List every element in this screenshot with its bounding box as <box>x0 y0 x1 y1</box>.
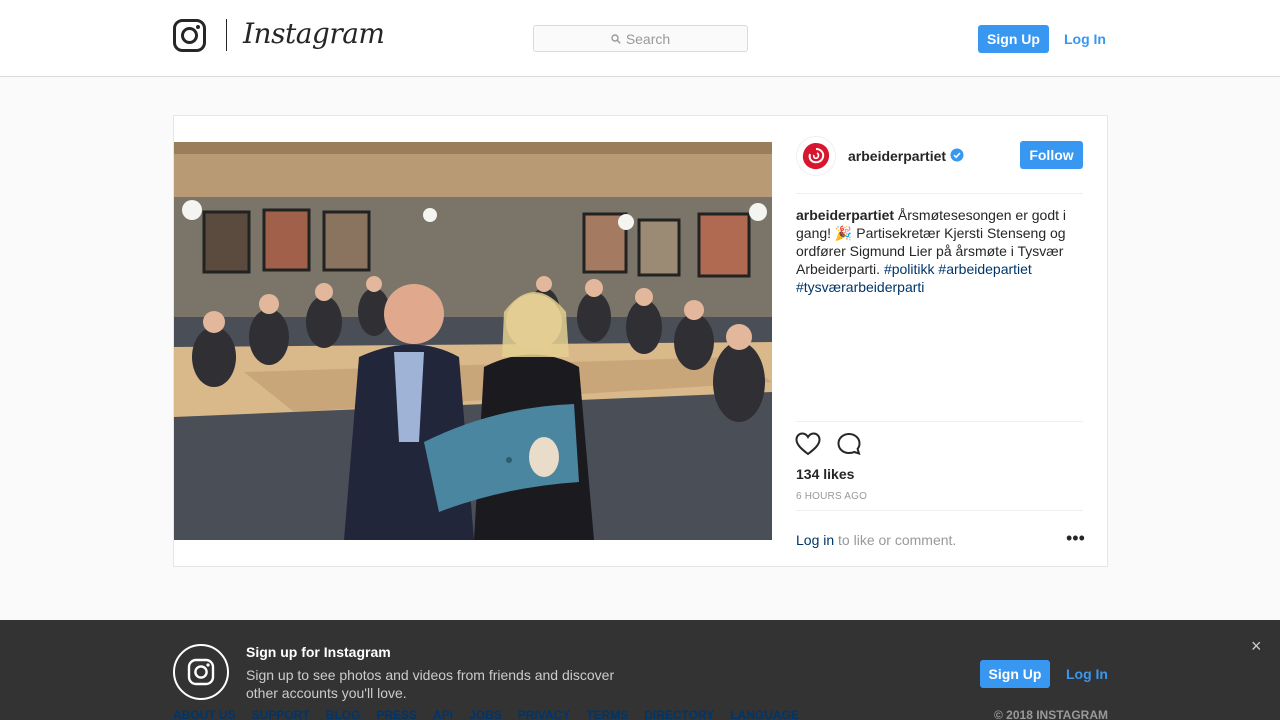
login-prompt-text: to like or comment. <box>834 532 957 548</box>
footer-nav: ABOUT US SUPPORT BLOG PRESS API JOBS PRI… <box>173 708 799 720</box>
follow-button[interactable]: Follow <box>1020 141 1083 169</box>
divider <box>796 510 1083 511</box>
rose-logo-icon <box>797 137 835 175</box>
like-count[interactable]: 134 likes <box>796 466 854 482</box>
post-card: arbeiderpartiet Follow arbeiderpartiet Å… <box>173 115 1108 567</box>
footer-link-privacy[interactable]: PRIVACY <box>518 708 570 720</box>
banner-description: Sign up to see photos and videos from fr… <box>246 667 615 701</box>
search-input[interactable]: Search <box>533 25 748 52</box>
instagram-wordmark[interactable]: Instagram <box>243 17 385 50</box>
footer-link-jobs[interactable]: JOBS <box>469 708 502 720</box>
divider <box>796 193 1083 194</box>
footer-link-terms[interactable]: TERMS <box>586 708 628 720</box>
hashtag-link[interactable]: #tysværarbeiderparti <box>796 279 924 295</box>
signup-banner: Sign up for Instagram Sign up to see pho… <box>0 620 1280 720</box>
avatar[interactable] <box>796 136 836 176</box>
banner-title: Sign up for Instagram <box>246 644 391 660</box>
divider <box>796 421 1083 422</box>
caption-username[interactable]: arbeiderpartiet <box>796 207 894 223</box>
search-placeholder: Search <box>625 30 671 47</box>
close-icon[interactable]: × <box>1251 637 1262 655</box>
footer-link-directory[interactable]: DIRECTORY <box>644 708 714 720</box>
copyright: © 2018 INSTAGRAM <box>994 708 1108 720</box>
instagram-glyph-icon[interactable] <box>173 19 206 52</box>
footer-link-press[interactable]: PRESS <box>376 708 417 720</box>
post-username[interactable]: arbeiderpartiet <box>848 148 946 164</box>
footer-link-language[interactable]: LANGUAGE <box>730 708 799 720</box>
banner-login-link[interactable]: Log In <box>1066 666 1108 682</box>
header-login-link[interactable]: Log In <box>1064 31 1106 47</box>
login-prompt: Log in to like or comment. <box>796 532 956 548</box>
top-navigation-bar: Instagram Search Sign Up Log In <box>0 0 1280 77</box>
more-options-icon[interactable]: ••• <box>1066 529 1085 547</box>
heart-icon[interactable] <box>795 432 821 456</box>
footer-link-support[interactable]: SUPPORT <box>252 708 310 720</box>
photo-illustration <box>174 142 772 540</box>
comment-icon[interactable] <box>836 432 862 456</box>
hashtag-link[interactable]: #politikk <box>884 261 935 277</box>
instagram-glyph-icon <box>173 644 229 700</box>
logo-divider <box>226 19 227 51</box>
hashtag-link[interactable]: #arbeidepartiet <box>938 261 1031 277</box>
post-sidebar: arbeiderpartiet Follow arbeiderpartiet Å… <box>772 116 1107 566</box>
verified-badge-icon <box>950 148 964 162</box>
login-link[interactable]: Log in <box>796 532 834 548</box>
post-photo[interactable] <box>174 142 772 540</box>
footer-link-api[interactable]: API <box>433 708 453 720</box>
header-signup-button[interactable]: Sign Up <box>978 25 1049 53</box>
footer-link-about[interactable]: ABOUT US <box>173 708 236 720</box>
footer-link-blog[interactable]: BLOG <box>326 708 361 720</box>
post-timestamp[interactable]: 6 HOURS AGO <box>796 491 867 502</box>
banner-signup-button[interactable]: Sign Up <box>980 660 1050 688</box>
search-icon <box>611 33 621 44</box>
post-caption: arbeiderpartiet Årsmøtesesongen er godt … <box>796 206 1083 296</box>
